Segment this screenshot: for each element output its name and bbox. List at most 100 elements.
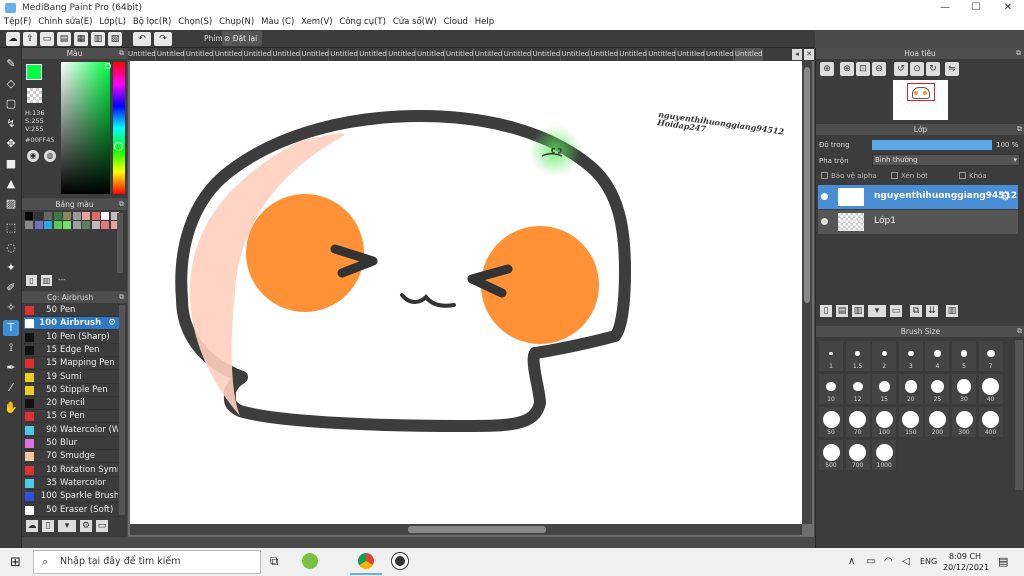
fit-icon[interactable]: ⊡ bbox=[856, 62, 870, 76]
brush-item[interactable]: 10Rotation Symm bbox=[24, 463, 120, 477]
vertical-scroll-thumb[interactable] bbox=[804, 67, 810, 303]
brush-size-option[interactable]: 15 bbox=[871, 373, 898, 405]
color-swatch[interactable] bbox=[72, 212, 81, 220]
brush-size-option[interactable]: 1000 bbox=[871, 439, 898, 471]
task-view-icon[interactable]: ⧉ bbox=[270, 554, 279, 569]
color-swatch[interactable] bbox=[63, 212, 71, 220]
layer-row-layer1[interactable]: Lớp1 bbox=[818, 210, 1018, 234]
rect-tool-icon[interactable]: ▢ bbox=[3, 96, 19, 112]
new-halftone-layer-icon[interactable]: ▤ bbox=[836, 305, 848, 317]
brush-settings-icon[interactable]: ⚙ bbox=[80, 520, 92, 532]
tab-untitled[interactable]: Untitled bbox=[533, 48, 561, 61]
tab-untitled[interactable]: Untitled bbox=[157, 48, 185, 61]
brush-size-option[interactable]: 7 bbox=[977, 340, 1004, 372]
menu-snap[interactable]: Chụp(N) bbox=[215, 16, 254, 27]
menu-view[interactable]: Xem(V) bbox=[297, 16, 332, 27]
grid-icon[interactable]: ▦ bbox=[74, 32, 88, 46]
clipping-checkbox[interactable] bbox=[891, 172, 898, 179]
tab-untitled[interactable]: Untitled bbox=[677, 48, 706, 61]
hue-slider[interactable] bbox=[113, 62, 125, 194]
color-swatch[interactable] bbox=[101, 212, 109, 220]
chevron-up-icon[interactable]: ∧ bbox=[848, 556, 855, 567]
select-rect-icon[interactable]: ⬚ bbox=[3, 220, 19, 236]
bucket-tool-icon[interactable]: ▲ bbox=[3, 176, 19, 192]
brush-item[interactable]: 90Watercolor (We bbox=[24, 423, 120, 437]
brush-scrollbar[interactable] bbox=[119, 305, 125, 515]
close-button[interactable]: ✕ bbox=[988, 2, 1024, 13]
color-swatch[interactable] bbox=[25, 212, 33, 220]
brush-item[interactable]: 70 Smudge bbox=[24, 450, 120, 464]
volume-icon[interactable]: ◁ bbox=[902, 556, 910, 567]
reset-button[interactable]: ⊘ Đặt lại bbox=[222, 31, 262, 46]
menu-file[interactable]: Tệp(F) bbox=[0, 16, 31, 27]
tab-untitled[interactable]: Untitled bbox=[706, 48, 734, 61]
brush-item[interactable]: 50 Pen bbox=[24, 304, 120, 317]
magic-wand-icon[interactable]: ✦ bbox=[3, 260, 19, 276]
navigator-viewport[interactable] bbox=[907, 83, 935, 101]
brush-size-option[interactable]: 150 bbox=[897, 406, 924, 438]
menu-help[interactable]: Help bbox=[471, 16, 494, 27]
zoom-in-icon[interactable]: ⊕ bbox=[820, 62, 834, 76]
clock[interactable]: 8:09 CH 20/12/2021 bbox=[943, 551, 989, 573]
zoom-out-icon[interactable]: ⊖ bbox=[872, 62, 886, 76]
color-swatch[interactable] bbox=[101, 221, 109, 229]
add-layer-menu-icon[interactable]: ▾ bbox=[868, 305, 886, 317]
menu-layer[interactable]: Lớp(L) bbox=[95, 16, 126, 27]
menu-filter[interactable]: Bộ lọc(R) bbox=[129, 16, 172, 27]
zoom-icon[interactable]: ⊕ bbox=[840, 62, 854, 76]
rotate-left-icon[interactable]: ↺ bbox=[894, 62, 908, 76]
transparent-swatch[interactable] bbox=[27, 88, 42, 103]
brush-size-option[interactable]: 300 bbox=[951, 406, 977, 438]
brush-item[interactable]: 100 Airbrush ⚙ bbox=[24, 317, 120, 331]
snap-icon[interactable]: ▥ bbox=[91, 32, 105, 46]
duplicate-layer-icon[interactable]: ⧉ bbox=[910, 305, 922, 317]
medibang-icon[interactable] bbox=[392, 553, 408, 569]
windows-start-icon[interactable]: ⊞ bbox=[10, 555, 21, 570]
tab-untitled[interactable]: Untitled bbox=[619, 48, 648, 61]
brush-size-option[interactable]: 2 bbox=[871, 340, 898, 372]
tab-untitled[interactable]: Untitled bbox=[388, 48, 417, 61]
delete-swatch-icon[interactable]: ▥ bbox=[41, 275, 52, 286]
battery-icon[interactable]: ▭ bbox=[866, 556, 875, 567]
wifi-icon[interactable]: ◠ bbox=[884, 556, 893, 567]
search-box[interactable]: ⌕ Nhập tại đây để tìm kiếm bbox=[33, 550, 261, 574]
brush-item[interactable]: 50 Blur bbox=[24, 437, 120, 450]
select-brush-icon[interactable]: ✐ bbox=[3, 280, 19, 296]
tab-untitled[interactable]: Untitled bbox=[562, 48, 590, 61]
divide-tool-icon[interactable]: ✒ bbox=[3, 360, 19, 376]
menu-cloud[interactable]: Cloud bbox=[440, 16, 468, 27]
text-tool-icon[interactable]: T bbox=[3, 320, 19, 336]
undo-history-icon[interactable]: ▤ bbox=[57, 32, 71, 46]
brush-size-option[interactable]: 5 bbox=[951, 340, 977, 372]
lock-checkbox[interactable] bbox=[959, 172, 966, 179]
flip-icon[interactable]: ⇋ bbox=[945, 62, 959, 76]
tab-untitled[interactable]: Untitled bbox=[273, 48, 301, 61]
rotate-right-icon[interactable]: ↻ bbox=[926, 62, 940, 76]
tab-untitled[interactable]: Untitled bbox=[417, 48, 445, 61]
color-swatch[interactable] bbox=[25, 221, 33, 229]
menu-edit[interactable]: Chỉnh sửa(E) bbox=[34, 16, 92, 27]
cloud-brush-icon[interactable]: ☁ bbox=[26, 520, 38, 532]
opacity-slider[interactable] bbox=[872, 140, 992, 150]
pin-icon[interactable]: ⧉ bbox=[119, 199, 124, 210]
comment-icon[interactable]: ▭ bbox=[40, 32, 54, 46]
brush-size-option[interactable]: 1.5 bbox=[844, 340, 871, 372]
merge-layer-icon[interactable]: ⇊ bbox=[926, 305, 938, 317]
brush-size-scrollbar[interactable] bbox=[1015, 340, 1023, 490]
tab-untitled[interactable]: Untitled bbox=[244, 48, 272, 61]
brush-size-option[interactable]: 1 bbox=[818, 340, 844, 372]
pin-icon[interactable]: ⧉ bbox=[1016, 48, 1021, 59]
palette-icon[interactable]: ◉ bbox=[27, 150, 39, 162]
operation-tool-icon[interactable]: ⟟ bbox=[3, 340, 19, 356]
brush-item[interactable]: 19 Sumi bbox=[24, 370, 120, 384]
snap-grid-icon[interactable]: ▧ bbox=[108, 32, 122, 46]
redo-icon[interactable]: ↷ bbox=[154, 32, 172, 46]
brush-size-option[interactable]: 400 bbox=[977, 406, 1004, 438]
eraser-tool-icon[interactable]: ◇ bbox=[3, 76, 19, 92]
notification-icon[interactable]: ▤ bbox=[998, 555, 1008, 568]
menu-tools[interactable]: Công cụ(T) bbox=[335, 16, 386, 27]
brush-size-option[interactable]: 100 bbox=[871, 406, 898, 438]
hue-cursor[interactable] bbox=[114, 142, 123, 151]
tab-untitled[interactable]: Untitled bbox=[590, 48, 619, 61]
select-pen-icon[interactable]: ↯ bbox=[3, 116, 19, 132]
